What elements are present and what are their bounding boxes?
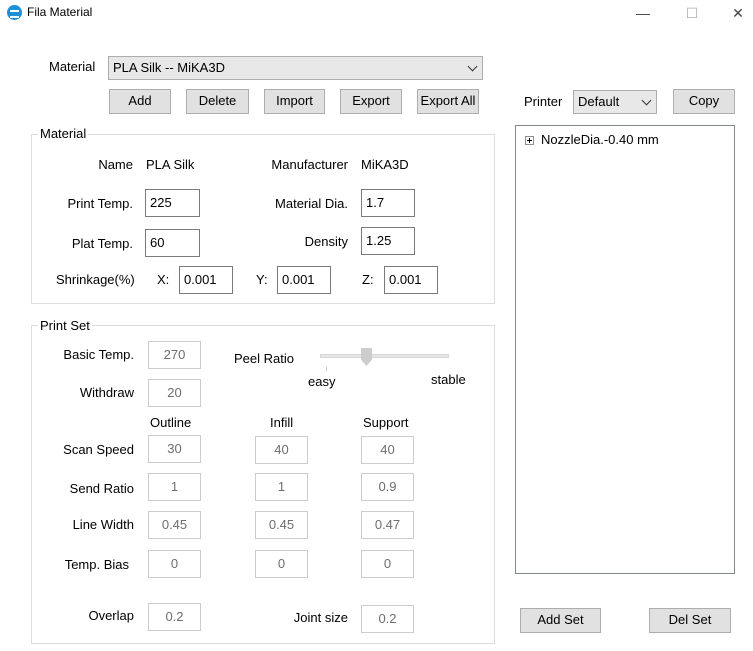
name-label: Name [98,157,133,172]
basic-temp-label: Basic Temp. [63,347,134,362]
temp-bias-outline-input[interactable]: 0 [148,550,201,578]
peel-ratio-track[interactable] [320,354,449,358]
window-title: Fila Material [27,5,93,19]
minimize-button[interactable]: — [623,0,663,26]
printer-label: Printer [524,94,563,109]
overlap-label: Overlap [88,608,134,623]
close-button[interactable]: ✕ [718,0,753,26]
joint-size-input[interactable]: 0.2 [361,605,414,633]
col-outline-header: Outline [150,415,192,430]
shrinkage-y-label: Y: [256,272,268,287]
col-infill-header: Infill [270,415,294,430]
print-temp-label: Print Temp. [67,196,133,211]
shrinkage-x-input[interactable]: 0.001 [179,266,233,294]
printer-dropdown[interactable]: Default [573,90,657,114]
line-width-infill-input[interactable]: 0.45 [255,511,308,539]
scan-speed-label: Scan Speed [63,442,134,457]
print-set-title: Print Set [38,318,92,333]
maximize-button[interactable]: ☐ [672,0,712,26]
slider-tick [326,367,327,371]
material-dia-label: Material Dia. [275,196,348,211]
manufacturer-label: Manufacturer [271,157,348,172]
app-icon [7,5,22,20]
send-ratio-outline-input[interactable]: 1 [148,473,201,501]
line-width-support-input[interactable]: 0.47 [361,511,414,539]
plat-temp-label: Plat Temp. [71,236,133,251]
printer-dropdown-value: Default [578,94,620,109]
withdraw-label: Withdraw [79,385,134,400]
line-width-outline-input[interactable]: 0.45 [148,511,201,539]
material-label: Material [49,59,96,74]
density-label: Density [304,234,348,249]
shrinkage-label: Shrinkage(%) [56,272,135,287]
import-button[interactable]: Import [264,89,325,114]
withdraw-input[interactable]: 20 [148,379,201,407]
material-group-title: Material [38,126,89,141]
temp-bias-support-input[interactable]: 0 [361,550,414,578]
send-ratio-label: Send Ratio [69,481,134,496]
nozzle-tree-view[interactable]: NozzleDia.-0.40 mm [515,125,735,574]
tree-item-nozzle[interactable]: NozzleDia.-0.40 mm [541,132,659,147]
temp-bias-infill-input[interactable]: 0 [255,550,308,578]
export-button[interactable]: Export [340,89,402,114]
copy-button[interactable]: Copy [673,89,735,114]
material-dia-input[interactable]: 1.7 [361,189,415,217]
joint-size-label: Joint size [293,610,348,625]
print-temp-input[interactable]: 225 [145,189,200,217]
basic-temp-input[interactable]: 270 [148,341,201,369]
material-dropdown[interactable]: PLA Silk -- MiKA3D [108,56,483,80]
peel-easy-label: easy [308,374,336,389]
peel-ratio-label: Peel Ratio [234,351,294,366]
delete-button[interactable]: Delete [186,89,249,114]
density-input[interactable]: 1.25 [361,227,415,255]
scan-speed-infill-input[interactable]: 40 [255,436,308,464]
chevron-down-icon [641,95,652,106]
shrinkage-x-label: X: [157,272,170,287]
scan-speed-support-input[interactable]: 40 [361,436,414,464]
name-value: PLA Silk [146,157,195,172]
plat-temp-input[interactable]: 60 [145,229,200,257]
scan-speed-outline-input[interactable]: 30 [148,435,201,463]
material-dropdown-value: PLA Silk -- MiKA3D [113,60,225,75]
shrinkage-y-input[interactable]: 0.001 [277,266,331,294]
col-support-header: Support [363,415,409,430]
overlap-input[interactable]: 0.2 [148,603,201,631]
export-all-button[interactable]: Export All [417,89,479,114]
peel-stable-label: stable [431,372,466,387]
line-width-label: Line Width [72,517,134,532]
shrinkage-z-input[interactable]: 0.001 [384,266,438,294]
add-set-button[interactable]: Add Set [520,608,601,633]
chevron-down-icon [467,61,478,72]
manufacturer-value: MiKA3D [361,157,409,172]
send-ratio-support-input[interactable]: 0.9 [361,473,414,501]
send-ratio-infill-input[interactable]: 1 [255,473,308,501]
shrinkage-z-label: Z: [362,272,374,287]
del-set-button[interactable]: Del Set [649,608,731,633]
add-button[interactable]: Add [109,89,171,114]
temp-bias-label: Temp. Bias [64,557,129,572]
expand-plus-icon[interactable] [525,136,534,145]
